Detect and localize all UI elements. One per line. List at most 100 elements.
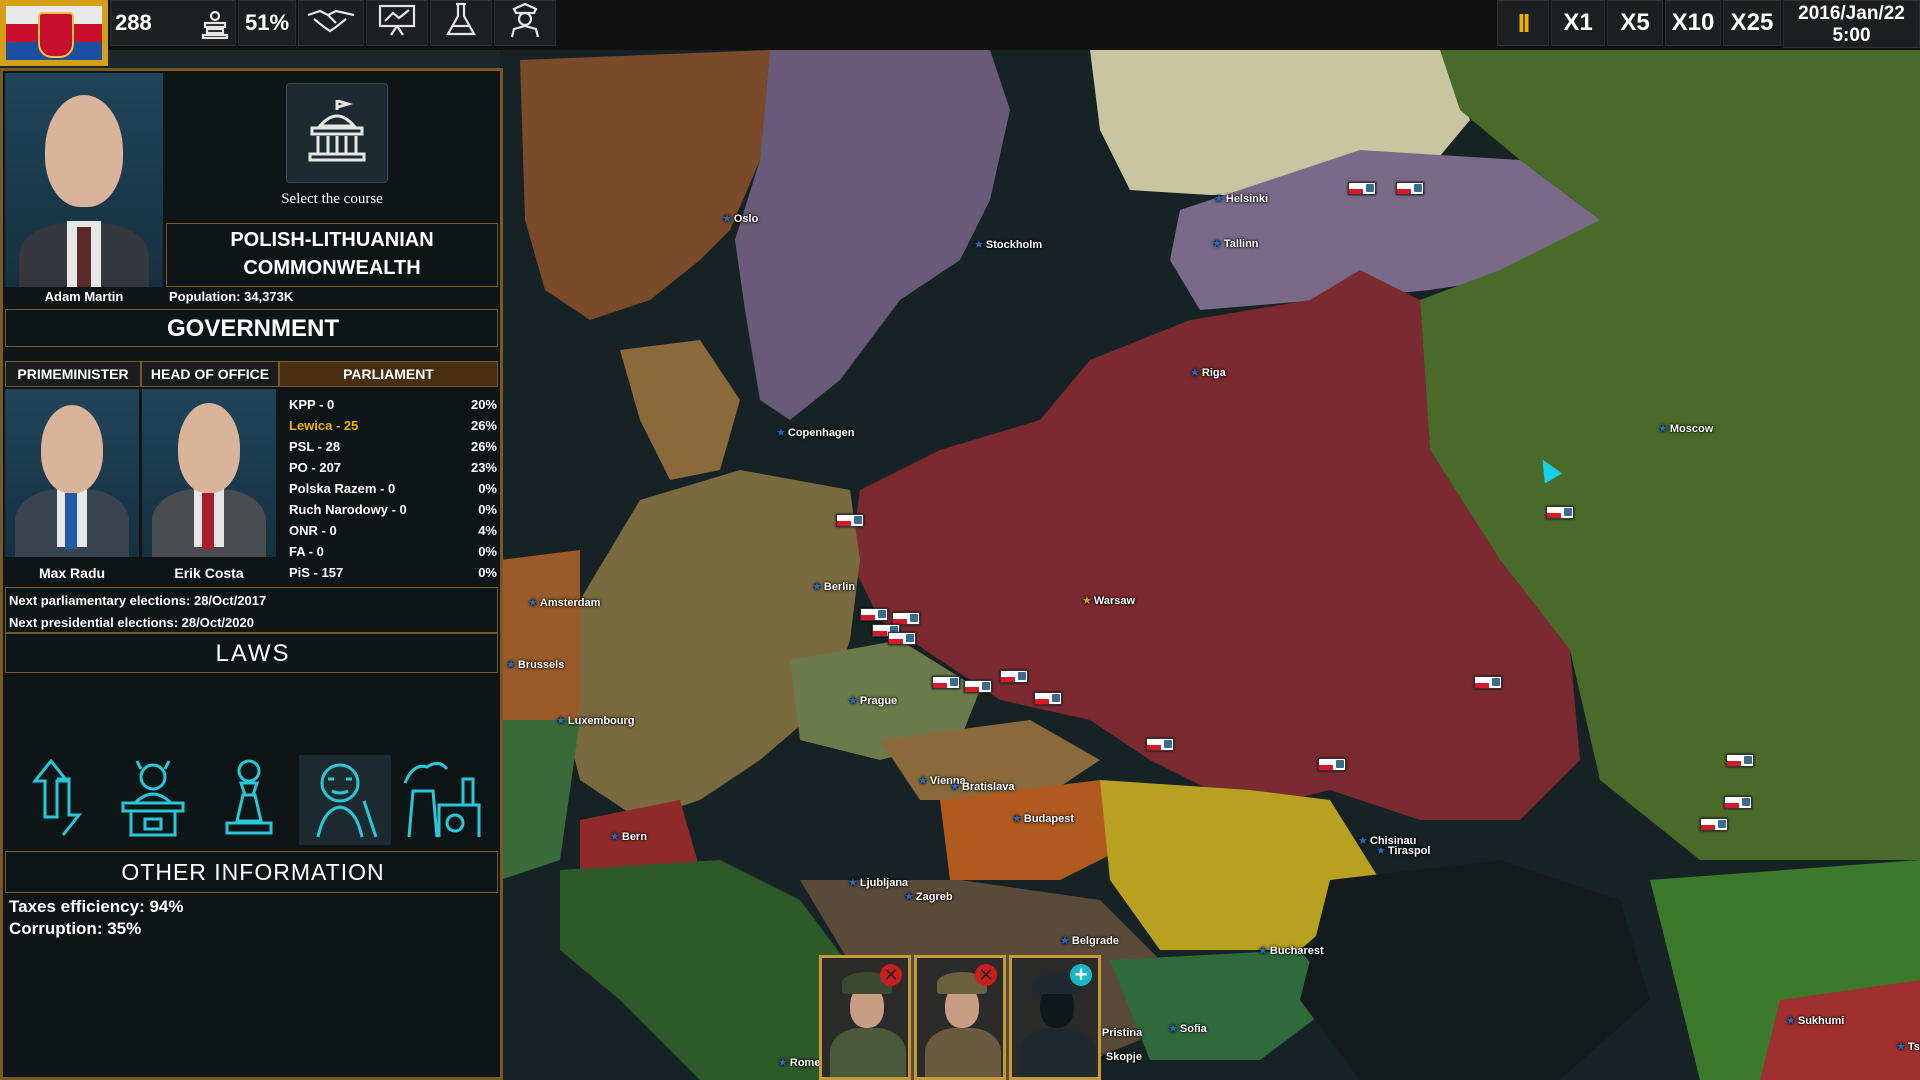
party-row: KPP - 0 20% — [287, 397, 497, 416]
army-unit[interactable] — [1700, 818, 1728, 831]
taxes-efficiency: Taxes efficiency: 94% — [9, 897, 184, 916]
city-rome[interactable]: Rome — [778, 1056, 821, 1069]
city-copenhagen[interactable]: Copenhagen — [776, 426, 855, 439]
pm-header: PRIMEMINISTER — [17, 366, 129, 382]
party-name: ONR - 0 — [289, 523, 337, 538]
date-text: 2016/Jan/22 — [1798, 3, 1905, 24]
nation-flag-button[interactable] — [0, 0, 108, 66]
party-row: PO - 207 23% — [287, 460, 497, 479]
economy-button[interactable] — [366, 0, 428, 46]
city-belgrade[interactable]: Belgrade — [1060, 934, 1119, 947]
party-percent: 4% — [478, 523, 497, 538]
pawn-icon — [217, 757, 281, 844]
population: Population: 34,373K — [169, 289, 294, 304]
pause-button[interactable]: II — [1497, 0, 1549, 46]
city-stockholm[interactable]: Stockholm — [974, 238, 1042, 251]
army-unit[interactable] — [1348, 182, 1376, 195]
city-amsterdam[interactable]: Amsterdam — [528, 596, 601, 609]
city-sofia[interactable]: Sofia — [1168, 1022, 1207, 1035]
law-nuclear-button[interactable] — [395, 755, 487, 845]
city-helsinki[interactable]: Helsinki — [1214, 192, 1268, 205]
speed-x25-button[interactable]: X25 — [1723, 0, 1781, 46]
city-bucharest[interactable]: Bucharest — [1258, 944, 1324, 957]
support-percent: 51% — [244, 10, 290, 35]
party-name: FA - 0 — [289, 544, 324, 559]
city-warsaw[interactable]: Warsaw — [1082, 594, 1135, 607]
city-tsk[interactable]: Tsk — [1896, 1040, 1920, 1053]
head-of-office-name: Erik Costa — [174, 565, 244, 581]
city-ljubljana[interactable]: Ljubljana — [848, 876, 908, 889]
law-pension-button[interactable] — [299, 755, 391, 845]
laws-title: LAWS — [215, 640, 291, 667]
party-percent: 0% — [478, 502, 497, 517]
army-unit[interactable] — [1318, 758, 1346, 771]
speed-x10-button[interactable]: X10 — [1665, 0, 1721, 46]
party-name: Lewica - 25 — [289, 418, 359, 433]
army-unit[interactable] — [1396, 182, 1424, 195]
army-unit[interactable] — [1724, 796, 1752, 809]
army-unit[interactable] — [888, 632, 916, 645]
party-row: Lewica - 25 26% — [287, 418, 497, 437]
city-bratislava[interactable]: Bratislava — [950, 780, 1015, 793]
prime-minister-portrait[interactable] — [5, 389, 139, 557]
city-zagreb[interactable]: Zagreb — [904, 890, 953, 903]
city-luxembourg[interactable]: Luxembourg — [556, 714, 635, 727]
speed-x5-button[interactable]: X5 — [1607, 0, 1663, 46]
army-unit[interactable] — [1474, 676, 1502, 689]
parliament-header: PARLIAMENT — [343, 366, 434, 382]
party-name: Ruch Narodowy - 0 — [289, 502, 407, 517]
speed-x1-button[interactable]: X1 — [1551, 0, 1605, 46]
head-of-office-portrait[interactable] — [142, 389, 276, 557]
time-text: 5:00 — [1832, 25, 1871, 46]
city-brussels[interactable]: Brussels — [506, 658, 564, 671]
party-row: FA - 0 0% — [287, 544, 497, 563]
army-unit[interactable] — [1146, 738, 1174, 751]
research-button[interactable] — [430, 0, 492, 46]
army-unit[interactable] — [860, 608, 888, 621]
army-unit[interactable] — [1000, 670, 1028, 683]
party-name: Polska Razem - 0 — [289, 481, 396, 496]
city-riga[interactable]: Riga — [1190, 366, 1226, 379]
general-card[interactable]: + — [1009, 955, 1101, 1080]
select-course-button[interactable] — [286, 83, 388, 183]
leader-portrait[interactable] — [5, 73, 163, 287]
army-unit[interactable] — [964, 680, 992, 693]
party-name: KPP - 0 — [289, 397, 335, 412]
city-tallinn[interactable]: Tallinn — [1212, 237, 1259, 250]
leader-name: Adam Martin — [44, 289, 124, 304]
resource-counter[interactable]: 288 — [110, 0, 236, 46]
law-conscription-button[interactable] — [203, 755, 295, 845]
city-berlin[interactable]: Berlin — [812, 580, 855, 593]
diplomacy-button[interactable] — [298, 0, 364, 46]
general-card[interactable]: ✕ — [819, 955, 911, 1080]
city-oslo[interactable]: Oslo — [722, 212, 758, 225]
city-sukhumi[interactable]: Sukhumi — [1786, 1014, 1844, 1027]
country-panel: Adam Martin Select the course POLISH-LIT… — [0, 68, 503, 1080]
party-percent: 0% — [478, 481, 497, 496]
army-unit[interactable] — [932, 676, 960, 689]
party-name: PO - 207 — [289, 460, 342, 475]
army-unit[interactable] — [836, 514, 864, 527]
pm-name: Max Radu — [38, 565, 106, 581]
remove-general-icon[interactable]: ✕ — [975, 964, 997, 986]
city-bern[interactable]: Bern — [610, 830, 647, 843]
capitol-icon — [302, 96, 372, 171]
city-budapest[interactable]: Budapest — [1012, 812, 1074, 825]
city-tiraspol[interactable]: Tiraspol — [1376, 844, 1431, 857]
law-migration-button[interactable] — [11, 755, 103, 845]
country-name-line1: POLISH-LITHUANIAN — [230, 229, 434, 251]
army-unit[interactable] — [1546, 506, 1574, 519]
law-bureaucracy-button[interactable] — [107, 755, 199, 845]
party-row: Ruch Narodowy - 0 0% — [287, 502, 497, 521]
general-card[interactable]: ✕ — [914, 955, 1006, 1080]
city-moscow[interactable]: Moscow — [1658, 422, 1713, 435]
remove-general-icon[interactable]: ✕ — [880, 964, 902, 986]
army-unit[interactable] — [1034, 692, 1062, 705]
city-prague[interactable]: Prague — [848, 694, 897, 707]
add-general-icon[interactable]: + — [1070, 964, 1092, 986]
army-unit[interactable] — [1726, 754, 1754, 767]
support-button[interactable]: 51% — [238, 0, 296, 46]
city-skopje[interactable]: Skopje — [1094, 1050, 1142, 1063]
military-button[interactable] — [494, 0, 556, 46]
tax-icon — [201, 9, 229, 46]
